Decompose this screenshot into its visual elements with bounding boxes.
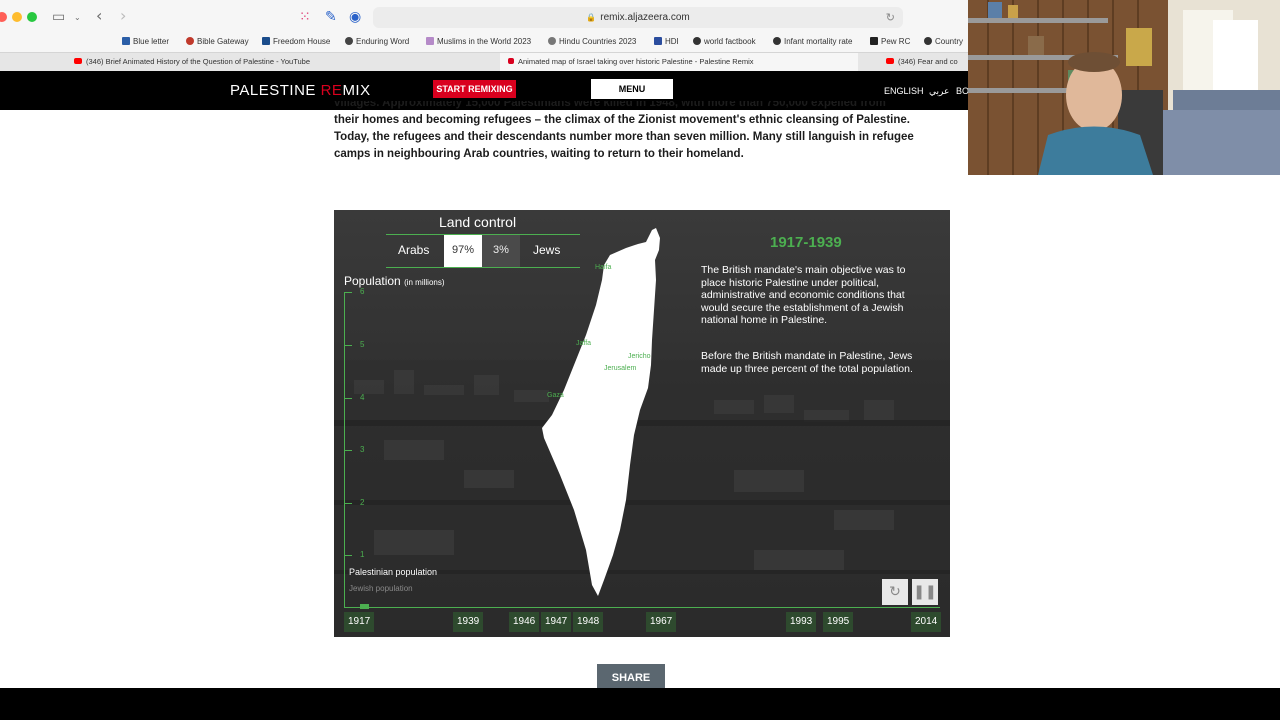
palestine-territory-shape	[542, 228, 660, 596]
bookmark-enduring-word[interactable]: Enduring Word	[345, 37, 409, 46]
city-jaffa: Jaffa	[576, 340, 592, 347]
site-logo[interactable]: PALESTINE REMIX	[230, 82, 371, 99]
bookmark-freedom-house[interactable]: Freedom House	[262, 37, 330, 46]
back-icon[interactable]: ‹	[96, 6, 102, 25]
bookmark-icon	[693, 37, 701, 45]
lock-icon: 🔒	[586, 13, 597, 22]
globe-icon	[548, 37, 556, 45]
bookmark-muslims-world[interactable]: Muslims in the World 2023	[426, 37, 531, 46]
bookmark-icon	[924, 37, 932, 45]
url-text: remix.aljazeera.com	[600, 12, 690, 23]
lang-arabic[interactable]: عربي	[929, 86, 949, 97]
bookmark-bible-gateway[interactable]: Bible Gateway	[186, 37, 249, 46]
start-remixing-button[interactable]: START REMIXING	[433, 80, 516, 98]
period-title: 1917-1939	[770, 234, 842, 251]
period-description-1: The British mandate's main objective was…	[701, 264, 906, 326]
forward-icon[interactable]: ›	[120, 6, 126, 25]
replay-icon[interactable]: ↻	[882, 579, 908, 605]
bookmark-icon	[654, 37, 662, 45]
article-text: their homes and becoming refugees – the …	[334, 114, 914, 160]
menu-button[interactable]: MENU	[591, 79, 673, 99]
bookmark-icon	[426, 37, 434, 45]
webcam-image	[968, 0, 1280, 175]
tab-youtube-history[interactable]: (346) Brief Animated History of the Ques…	[74, 53, 494, 71]
bookmark-icon	[262, 37, 270, 45]
youtube-icon	[74, 58, 82, 64]
city-jericho: Jericho	[628, 353, 651, 360]
city-haifa: Haifa	[595, 264, 612, 271]
bookmark-infant-mortality[interactable]: Infant mortality rate	[773, 37, 852, 46]
tab-palestine-remix[interactable]: Animated map of Israel taking over histo…	[500, 53, 858, 71]
site-favicon-icon	[508, 58, 514, 64]
address-bar[interactable]: 🔒 remix.aljazeera.com ↻	[373, 7, 903, 28]
chevron-down-icon[interactable]: ⌄	[74, 13, 81, 22]
bookmark-pew-rc[interactable]: Pew RC	[870, 37, 910, 46]
city-gaza: Gaza	[547, 392, 564, 399]
reload-icon[interactable]: ↻	[886, 7, 895, 28]
article-partial-line: villages. Approximately 15,000 Palestini…	[334, 101, 886, 109]
bookmark-blue-letter[interactable]: Blue letter	[122, 37, 169, 46]
pause-icon[interactable]: ❚❚	[912, 579, 938, 605]
bookmark-icon	[345, 37, 353, 45]
bookmark-country[interactable]: Country	[924, 37, 963, 46]
zoom-window-button[interactable]	[27, 12, 37, 22]
minimize-window-button[interactable]	[12, 12, 22, 22]
tab-fear-and[interactable]: (346) Fear and co	[886, 53, 968, 71]
tab-strip: (346) Brief Animated History of the Ques…	[0, 52, 968, 71]
bottom-black-bar	[0, 688, 1280, 720]
article-paragraph: villages. Approximately 15,000 Palestini…	[334, 101, 934, 163]
land-control-interactive: Land control Arabs 97% 3% Jews Populatio…	[334, 210, 950, 637]
bookmark-hdi[interactable]: HDI	[654, 37, 679, 46]
webcam-video-overlay	[968, 0, 1280, 175]
share-button[interactable]: SHARE	[597, 664, 665, 690]
lang-english[interactable]: ENGLISH	[884, 86, 924, 96]
youtube-icon	[886, 58, 894, 64]
bookmark-hindu-countries[interactable]: Hindu Countries 2023	[548, 37, 636, 46]
bookmark-icon	[773, 37, 781, 45]
extensions-grid-icon[interactable]: ⁙	[299, 9, 311, 25]
bookmark-world-factbook[interactable]: world factbook	[693, 37, 756, 46]
city-jerusalem: Jerusalem	[604, 365, 637, 372]
period-description-2: Before the British mandate in Palestine,…	[701, 350, 913, 375]
browser-toolbar: ▭ ⌄ ‹ › ⁙ ✎ ◉ 🔒 remix.aljazeera.com ↻	[0, 0, 968, 34]
bookmark-icon	[122, 37, 130, 45]
pen-extension-icon[interactable]: ✎	[325, 9, 337, 25]
bookmark-icon	[870, 37, 878, 45]
translate-extension-icon[interactable]: ◉	[349, 9, 361, 25]
close-window-button[interactable]	[0, 12, 7, 22]
sidebar-toggle-icon[interactable]: ▭	[52, 9, 65, 25]
bookmarks-bar: Blue letter Bible Gateway Freedom House …	[0, 34, 968, 52]
bookmark-icon	[186, 37, 194, 45]
